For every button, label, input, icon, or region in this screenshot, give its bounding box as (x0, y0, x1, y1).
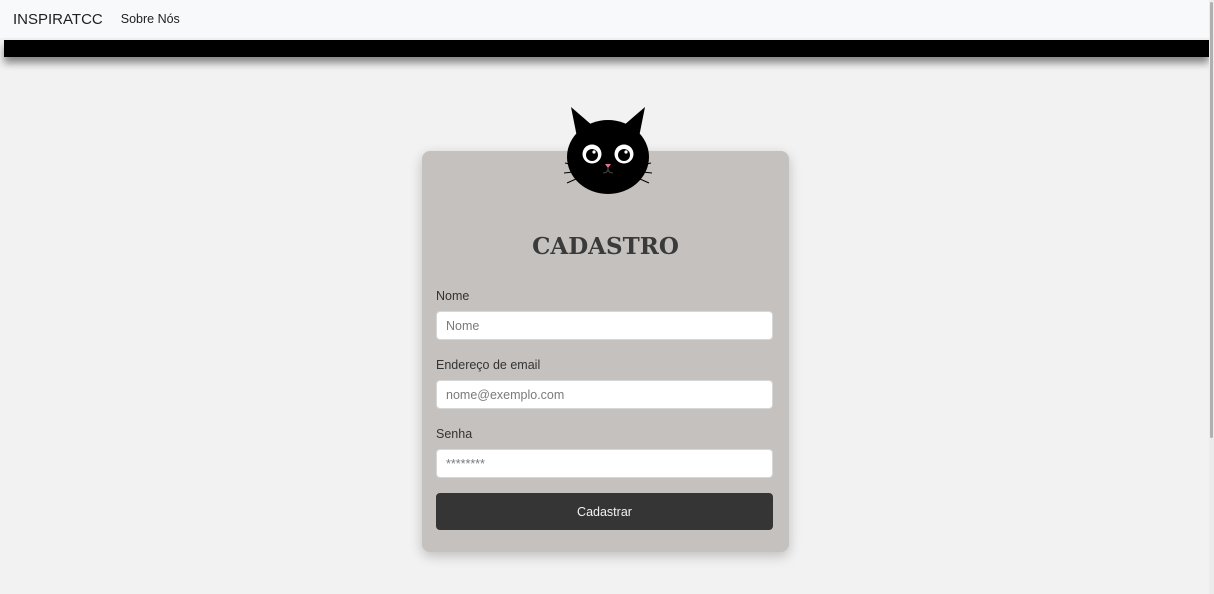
signup-card: CADASTRO Nome Endereço de email Senha Ca… (422, 151, 789, 552)
nav-link-sobre-nos[interactable]: Sobre Nós (121, 12, 180, 26)
brand-link[interactable]: INSPIRATCC (13, 11, 103, 28)
name-input[interactable] (436, 311, 773, 340)
email-input[interactable] (436, 380, 773, 409)
page-title: CADASTRO (532, 233, 679, 260)
password-label: Senha (436, 427, 473, 441)
register-button[interactable]: Cadastrar (436, 493, 773, 530)
page-scrollbar[interactable] (1209, 0, 1214, 594)
header-black-bar (4, 40, 1209, 57)
email-label: Endereço de email (436, 358, 541, 372)
black-cat-icon (563, 107, 653, 194)
top-navbar: INSPIRATCC Sobre Nós (0, 0, 1214, 38)
name-label: Nome (436, 289, 470, 303)
scrollbar-thumb[interactable] (1210, 2, 1213, 438)
password-input[interactable] (436, 449, 773, 478)
